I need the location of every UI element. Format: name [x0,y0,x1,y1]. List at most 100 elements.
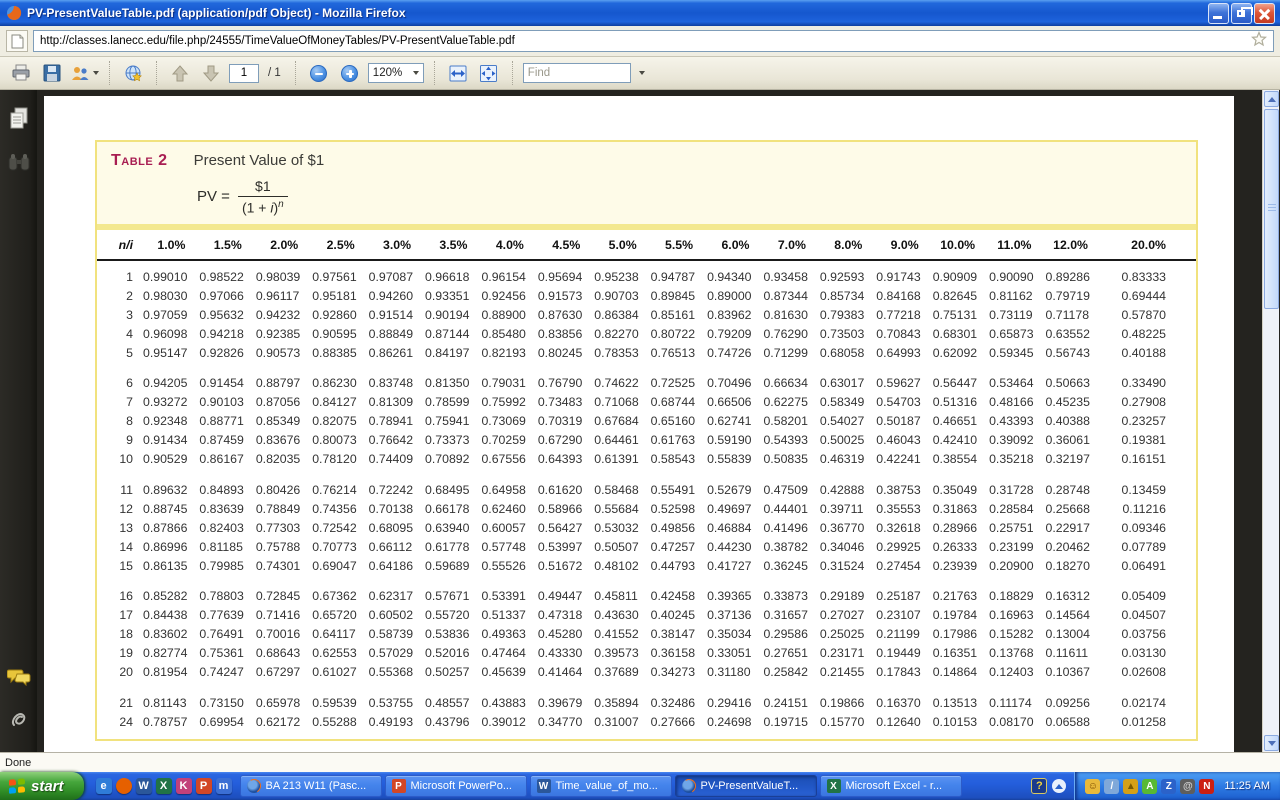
value-cell: 0.87056 [256,393,312,412]
taskbar-task-button[interactable]: BA 213 W11 (Pasc... [240,775,382,797]
fit-page-button[interactable] [476,60,502,86]
scroll-down-arrow[interactable] [1264,735,1279,751]
word-icon: W [537,779,551,793]
zoom-level-select[interactable]: 120% [368,63,424,83]
hide-icons-chevron[interactable] [1052,779,1066,793]
start-button[interactable]: start [0,772,84,800]
value-cell: 0.28584 [989,499,1045,518]
value-cell: 0.61620 [538,469,594,500]
internet-explorer-icon[interactable]: e [96,778,112,794]
print-button[interactable] [8,60,34,86]
collaborate-dropdown-caret[interactable] [93,71,99,75]
previous-page-button[interactable] [167,60,193,86]
value-cell: 0.78803 [199,575,255,606]
tool-tray-icon[interactable]: / [1104,779,1119,794]
green-a-tray-icon[interactable]: A [1142,779,1157,794]
find-dropdown-caret[interactable] [639,71,645,75]
value-cell: 0.39092 [989,431,1045,450]
value-cell: 0.86261 [369,343,425,362]
z-tray-icon[interactable]: Z [1161,779,1176,794]
column-header: 3.5% [425,230,481,260]
find-input[interactable] [528,67,626,79]
fit-width-button[interactable] [445,60,471,86]
value-cell: 0.66506 [707,393,763,412]
value-cell: 0.92860 [312,305,368,324]
attachments-paperclip-icon[interactable] [0,704,37,738]
scrollbar-thumb[interactable] [1264,109,1279,309]
taskbar-task-button[interactable]: XMicrosoft Excel - r... [820,775,962,797]
value-cell: 0.68095 [369,518,425,537]
value-cell: 0.61778 [425,537,481,556]
msn-icon[interactable]: m [216,778,232,794]
firefox-icon[interactable] [116,778,132,794]
value-cell: 0.16963 [989,606,1045,625]
value-cell: 0.31524 [820,556,876,575]
value-cell: 0.27454 [876,556,932,575]
value-cell: 0.84197 [425,343,481,362]
value-cell: 0.51672 [538,556,594,575]
close-button[interactable] [1254,3,1275,24]
value-cell: 0.73503 [820,324,876,343]
value-cell: 0.70138 [369,499,425,518]
value-cell: 0.55526 [481,556,537,575]
powerpoint-icon[interactable]: P [196,778,212,794]
zoom-in-button[interactable] [337,60,363,86]
period-cell: 6 [97,362,143,393]
url-text[interactable]: http://classes.lanecc.edu/file.php/24555… [40,35,1245,47]
value-cell: 0.45811 [594,575,650,606]
value-cell: 0.81350 [425,362,481,393]
value-cell: 0.38782 [763,537,819,556]
bookmark-star-icon[interactable] [1251,31,1267,52]
keys-icon[interactable]: K [176,778,192,794]
url-field[interactable]: http://classes.lanecc.edu/file.php/24555… [33,30,1274,52]
value-cell: 0.11216 [1102,499,1196,518]
taskbar-task-button[interactable]: WTime_value_of_mo... [530,775,672,797]
comments-panel-icon[interactable] [0,660,37,694]
n-tray-icon[interactable]: N [1199,779,1214,794]
minimize-button[interactable] [1208,3,1229,24]
value-cell: 0.35049 [933,469,989,500]
zoom-out-button[interactable] [306,60,332,86]
taskbar-task-button[interactable]: PV-PresentValueT... [675,775,817,797]
value-cell: 0.85349 [256,412,312,431]
value-cell: 0.50507 [594,537,650,556]
shield-tray-icon[interactable]: ▲ [1123,779,1138,794]
column-header: 11.0% [989,230,1045,260]
vertical-scrollbar[interactable] [1262,90,1279,752]
value-cell: 0.54393 [763,431,819,450]
scroll-up-arrow[interactable] [1264,91,1279,107]
value-cell: 0.58739 [369,625,425,644]
collaborate-button[interactable] [70,60,99,86]
value-cell: 0.80073 [312,431,368,450]
page-number-input[interactable] [229,64,259,83]
value-cell: 0.66634 [763,362,819,393]
value-cell: 0.43330 [538,644,594,663]
find-box[interactable] [523,63,631,83]
help-tray-icon[interactable]: ? [1031,778,1047,794]
value-cell: 0.93351 [425,286,481,305]
smiley-tray-icon[interactable]: ☺ [1085,779,1100,794]
value-cell: 0.69444 [1102,286,1196,305]
web-button[interactable] [120,60,146,86]
taskbar-task-button[interactable]: PMicrosoft PowerPo... [385,775,527,797]
save-button[interactable] [39,60,65,86]
formula-lhs: PV = [197,188,230,205]
swirl-tray-icon[interactable]: @ [1180,779,1195,794]
value-cell: 0.50025 [820,431,876,450]
value-cell: 0.47318 [538,606,594,625]
binoculars-panel-icon[interactable] [0,146,37,180]
value-cell: 0.77218 [876,305,932,324]
next-page-button[interactable] [198,60,224,86]
restore-button[interactable] [1231,3,1252,24]
word-icon[interactable]: W [136,778,152,794]
value-cell: 0.78120 [312,450,368,469]
column-header: 1.5% [199,230,255,260]
pages-panel-icon[interactable] [0,102,37,136]
excel-icon[interactable]: X [156,778,172,794]
column-header: 2.5% [312,230,368,260]
value-cell: 0.86230 [312,362,368,393]
tray-clock[interactable]: 11:25 AM [1224,780,1270,792]
value-cell: 0.24151 [763,682,819,713]
zoom-dropdown-caret[interactable] [413,71,419,75]
value-cell: 0.31180 [707,663,763,682]
